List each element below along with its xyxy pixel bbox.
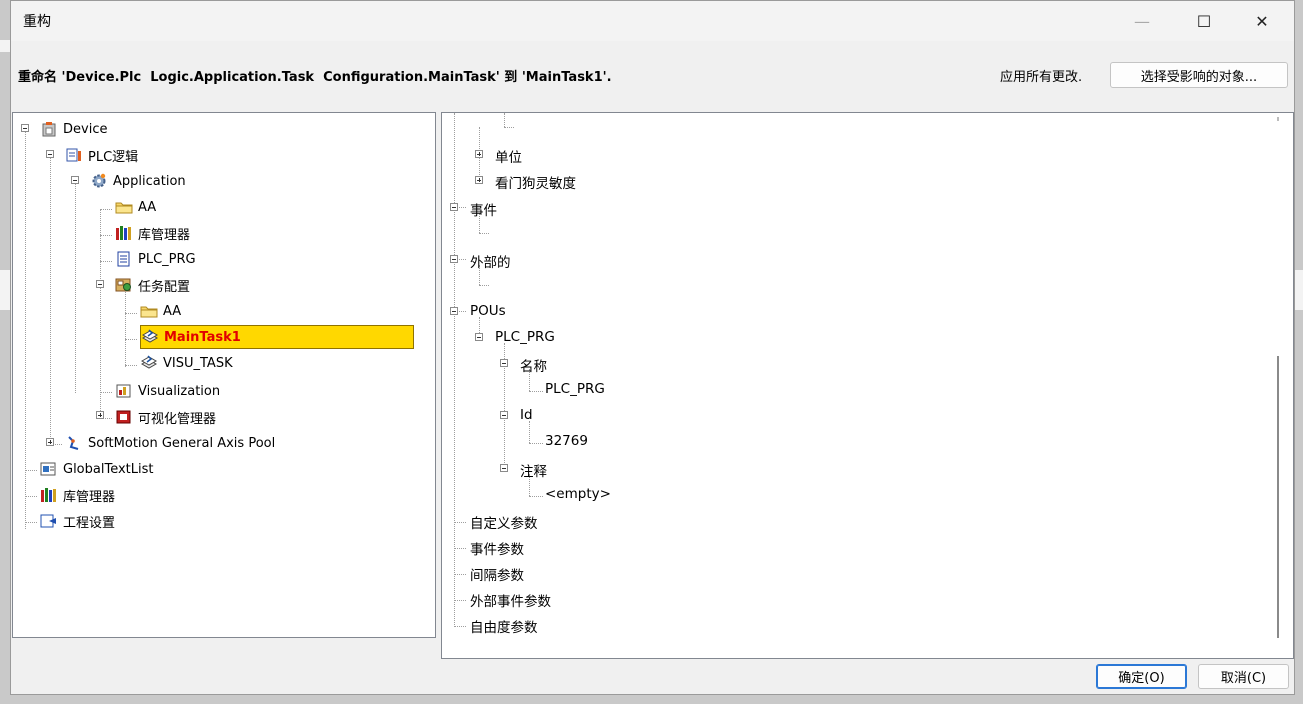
tree-item-maintask1[interactable]: MainTask1	[140, 325, 414, 349]
detail-custom-params[interactable]: 自定义参数	[470, 512, 538, 532]
event-collapse-toggle[interactable]	[450, 203, 458, 211]
tree-label: SoftMotion General Axis Pool	[88, 435, 276, 451]
detail-id-value: 32769	[545, 433, 588, 449]
title-bar: 重构 — ☐ ✕	[11, 1, 1294, 41]
detail-event[interactable]: 事件	[470, 199, 497, 219]
external-collapse-toggle[interactable]	[450, 255, 458, 263]
apply-all-label: 应用所有更改.	[1000, 70, 1083, 85]
axis-icon	[65, 435, 83, 451]
tree-label: Visualization	[138, 383, 221, 399]
tree-label: 可视化管理器	[138, 411, 217, 427]
detail-freedom-params[interactable]: 自由度参数	[470, 616, 538, 636]
tree-label: 库管理器	[138, 227, 191, 243]
task-config-icon	[115, 277, 133, 293]
tree-label: MainTask1	[164, 329, 241, 345]
tree-item-visualization[interactable]: Visualization	[115, 379, 220, 403]
watchdog-expand-toggle[interactable]	[475, 176, 483, 184]
minimize-button[interactable]: —	[1118, 1, 1166, 41]
scrollbar-top-marker	[1277, 117, 1279, 121]
tree-item-aa-folder[interactable]: AA	[115, 195, 156, 219]
tree-item-device[interactable]: Device	[40, 117, 107, 141]
tree-item-plc-logic[interactable]: PLC逻辑	[65, 143, 138, 167]
tree-label: VISU_TASK	[163, 355, 233, 371]
device-collapse-toggle[interactable]	[21, 124, 29, 132]
pou-icon	[115, 251, 133, 267]
unit-expand-toggle[interactable]	[475, 150, 483, 158]
tree-item-library-manager-app[interactable]: 库管理器	[115, 221, 190, 245]
tree-item-visu-task[interactable]: VISU_TASK	[140, 351, 233, 375]
folder-icon	[115, 199, 133, 215]
tree-label: AA	[138, 199, 157, 215]
detail-comment-label[interactable]: 注释	[520, 460, 547, 480]
tree-label: 工程设置	[63, 515, 116, 531]
tree-item-project-settings[interactable]: 工程设置	[40, 509, 115, 533]
task-icon	[140, 355, 158, 371]
device-icon	[40, 121, 58, 137]
name-collapse-toggle[interactable]	[500, 359, 508, 367]
tree-item-task-config[interactable]: 任务配置	[115, 273, 190, 297]
tree-label: 库管理器	[63, 489, 116, 505]
id-collapse-toggle[interactable]	[500, 411, 508, 419]
detail-watchdog-sensitivity[interactable]: 看门狗灵敏度	[495, 172, 576, 192]
tree-item-softmotion-pool[interactable]: SoftMotion General Axis Pool	[65, 431, 275, 455]
rename-description: 重命名 'Device.Plc Logic.Application.Task C…	[18, 70, 612, 85]
ok-button[interactable]: 确定(O)	[1096, 664, 1187, 689]
visualization-icon	[115, 383, 133, 399]
detail-interval-params[interactable]: 间隔参数	[470, 564, 524, 584]
tree-label: 任务配置	[138, 279, 191, 295]
text-list-icon	[40, 461, 58, 477]
folder-icon	[140, 303, 158, 319]
detail-external[interactable]: 外部的	[470, 251, 511, 271]
close-button[interactable]: ✕	[1238, 1, 1286, 41]
detail-comment-value: <empty>	[545, 486, 611, 502]
detail-unit[interactable]: 单位	[495, 146, 522, 166]
detail-pous[interactable]: POUs	[470, 303, 506, 319]
settings-icon	[40, 513, 58, 529]
pou-plc-prg-collapse-toggle[interactable]	[475, 333, 483, 341]
select-affected-button[interactable]: 选择受影响的对象...	[1110, 62, 1288, 88]
task-config-collapse-toggle[interactable]	[96, 280, 104, 288]
tree-item-visu-manager[interactable]: 可视化管理器	[115, 405, 216, 429]
detail-id-label[interactable]: Id	[520, 407, 533, 423]
refactor-dialog: 重构 — ☐ ✕ 重命名 'Device.Plc Logic.Applicati…	[10, 0, 1295, 695]
tree-item-task-aa[interactable]: AA	[140, 299, 181, 323]
pous-collapse-toggle[interactable]	[450, 307, 458, 315]
task-icon	[141, 329, 159, 345]
tree-item-application[interactable]: Application	[90, 169, 186, 193]
library-icon	[115, 225, 133, 241]
details-scrollbar-thumb[interactable]	[1277, 356, 1279, 638]
gear-icon	[90, 173, 108, 189]
softmotion-expand-toggle[interactable]	[46, 438, 54, 446]
tree-label: AA	[163, 303, 182, 319]
application-collapse-toggle[interactable]	[71, 176, 79, 184]
tree-label: Device	[63, 121, 108, 137]
tree-label: PLC逻辑	[88, 149, 139, 165]
window-title: 重构	[23, 14, 51, 30]
tree-item-global-text-list[interactable]: GlobalTextList	[40, 457, 154, 481]
tree-label: PLC_PRG	[138, 251, 196, 267]
detail-event-params[interactable]: 事件参数	[470, 538, 524, 558]
library-icon	[40, 487, 58, 503]
maximize-button[interactable]: ☐	[1180, 1, 1228, 41]
visu-manager-expand-toggle[interactable]	[96, 411, 104, 419]
detail-name-value: PLC_PRG	[545, 381, 605, 397]
plc-logic-collapse-toggle[interactable]	[46, 150, 54, 158]
tree-label: GlobalTextList	[63, 461, 154, 477]
detail-pou-plc-prg[interactable]: PLC_PRG	[495, 329, 555, 345]
project-tree-panel: Device PLC逻辑 Application AA 库管理器 PLC_PRG…	[12, 112, 436, 638]
tree-item-library-manager[interactable]: 库管理器	[40, 483, 115, 507]
tree-label: Application	[113, 173, 186, 189]
detail-name-label[interactable]: 名称	[520, 355, 547, 375]
affected-details-panel: 单位 看门狗灵敏度 事件 外部的 POUs PLC_PRG 名称 PLC_PRG…	[441, 112, 1294, 659]
visu-manager-icon	[115, 409, 133, 425]
cancel-button[interactable]: 取消(C)	[1198, 664, 1289, 689]
plc-logic-icon	[65, 147, 83, 163]
detail-external-event-params[interactable]: 外部事件参数	[470, 590, 551, 610]
comment-collapse-toggle[interactable]	[500, 464, 508, 472]
tree-item-plc-prg[interactable]: PLC_PRG	[115, 247, 196, 271]
